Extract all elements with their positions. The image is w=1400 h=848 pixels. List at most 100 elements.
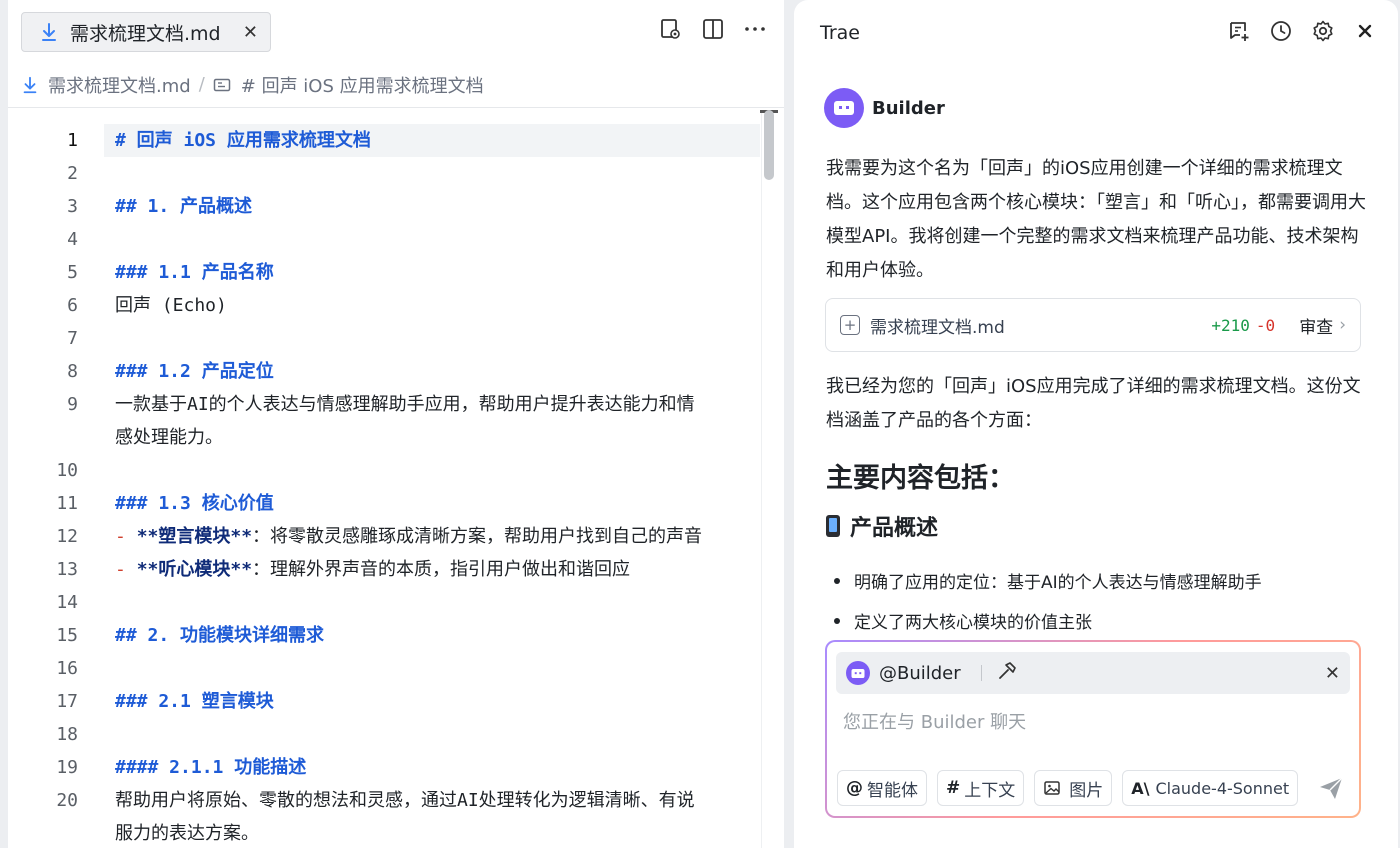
download-arrow-icon [42,23,56,41]
agent-tag: @Builder [879,662,961,684]
list-item-text: 定义了两大核心模块的价值主张 [854,613,1092,633]
code-token: ### 1.3 核心价值 [115,493,274,514]
code-line[interactable]: - **听心模块**：理解外界声音的本质，指引用户做出和谐回应 [115,553,754,586]
builder-avatar [824,88,864,128]
settings-gear-icon[interactable] [1310,18,1336,44]
chip-label: 智能体 [867,780,918,801]
editor-tabbar: 需求梳理文档.md ✕ [8,0,784,62]
line-number: 17 [56,691,78,712]
line-number: 5 [67,262,78,283]
agent-selector-bar[interactable]: @Builder ✕ [836,652,1350,694]
intro-message: 我需要为这个名为「回声」的iOS应用创建一个详细的需求梳理文档。这个应用包含两个… [826,158,1366,281]
code-line[interactable]: 回声 (Echo) [115,289,754,322]
close-panel-icon[interactable] [1352,18,1378,44]
image-chip-button[interactable]: 图片 [1034,770,1113,806]
code-token: **听心模块** [136,559,253,580]
line-number: 4 [67,229,78,250]
tab-label: 需求梳理文档.md [70,22,221,45]
bullet-dot [834,617,840,624]
code-token: #### 2.1.1 功能描述 [115,757,307,778]
done-message: 我已经为您的「回声」iOS应用完成了详细的需求梳理文档。这份文档涵盖了产品的各个… [826,376,1361,431]
breadcrumb-separator: / [198,74,205,95]
new-chat-icon[interactable] [1226,18,1252,44]
file-change-card[interactable]: + 需求梳理文档.md +210 -0 审查 › [825,298,1361,352]
breadcrumb-file[interactable]: 需求梳理文档.md [48,72,191,98]
code-token: 帮助用户将原始、零散的想法和灵感，通过AI处理转化为逻辑清晰、有说 [115,790,695,811]
code-line[interactable]: #### 2.1.1 功能描述 [115,751,754,784]
code-token: 回声 (Echo) [115,295,227,316]
line-number: 15 [56,625,78,646]
chat-title: Trae [820,22,860,44]
code-line[interactable]: 帮助用户将原始、零散的想法和灵感，通过AI处理转化为逻辑清晰、有说 [115,784,754,817]
agent-chip-button[interactable]: @ 智能体 [837,770,927,806]
code-line[interactable]: ### 1.3 核心价值 [115,487,754,520]
code-line[interactable]: - **塑言模块**：将零散灵感雕琢成清晰方案，帮助用户找到自己的声音 [115,520,754,553]
list-item-text: 明确了应用的定位：基于AI的个人表达与情感理解助手 [854,573,1262,593]
composer-inner: @Builder ✕ 您正在与 Builder 聊天 @ 智能体 # 上下文 图… [827,642,1359,816]
chevron-right-icon: › [1339,315,1346,335]
code-line-wrap[interactable]: 感处理能力。 [115,421,754,454]
agent-header: Builder [824,88,945,128]
mobile-phone-icon [826,515,840,537]
chat-actions [1226,18,1378,44]
line-number: 3 [67,196,78,217]
code-token: - [115,526,137,547]
code-line[interactable]: ### 1.1 产品名称 [115,256,754,289]
lines-added: +210 [1211,315,1250,335]
code-line-wrap[interactable]: 服力的表达方案。 [115,817,754,848]
subheading-text: 产品概述 [850,516,939,541]
code-token: - [115,559,137,580]
robot-icon [834,101,854,115]
code-line[interactable]: ### 1.2 产品定位 [115,355,754,388]
editor-actions [658,16,768,42]
code-token: # 回声 iOS 应用需求梳理文档 [115,130,371,151]
code-line[interactable]: ## 1. 产品概述 [115,190,754,223]
chat-input[interactable]: 您正在与 Builder 聊天 [843,708,1026,734]
code-line[interactable]: ## 2. 功能模块详细需求 [115,619,754,652]
preview-icon[interactable] [658,16,684,42]
chat-composer: @Builder ✕ 您正在与 Builder 聊天 @ 智能体 # 上下文 图… [825,640,1361,818]
chip-label: 上下文 [964,780,1016,801]
line-number: 19 [56,757,78,778]
line-number: 18 [56,724,78,745]
lines-removed: -0 [1255,315,1276,335]
remove-agent-icon[interactable]: ✕ [1325,663,1340,684]
line-number: 20 [56,790,78,811]
close-tab-icon[interactable]: ✕ [243,22,258,43]
code-editor[interactable]: 1 # 回声 iOS 应用需求梳理文档 2 3 ## 1. 产品概述 4 5 ### 1.1 … [8,120,784,848]
code-token: ### 2.1 塑言模块 [115,691,274,712]
summary-subheading: 产品概述 [826,510,938,542]
model-name: Claude-4-Sonnet [1155,778,1290,798]
code-token: 一款基于AI的个人表达与情感理解助手应用，帮助用户提升表达能力和情 [115,394,695,415]
list-item: 明确了应用的定位：基于AI的个人表达与情感理解助手 [834,568,1262,593]
download-arrow-icon [23,76,37,93]
line-number: 11 [56,493,78,514]
image-icon [1044,781,1060,795]
line-number: 7 [67,328,78,349]
line-number: 6 [67,295,78,316]
line-number: 8 [67,361,78,382]
context-chip-button[interactable]: # 上下文 [937,770,1025,806]
code-token: ## 1. 产品概述 [115,196,253,217]
hammer-icon[interactable] [996,660,1018,686]
line-number: 9 [67,394,78,415]
review-button[interactable]: 审查 [1299,313,1333,338]
code-token: ：理解外界声音的本质，指引用户做出和谐回应 [252,559,631,580]
line-number: 2 [67,163,78,184]
more-icon[interactable] [742,16,768,42]
anthropic-logo-icon: A\ [1131,778,1150,798]
composer-toolbar: @ 智能体 # 上下文 图片 A\ Claude-4-Sonnet [837,770,1299,806]
code-line[interactable]: ### 2.1 塑言模块 [115,685,754,718]
split-view-icon[interactable] [700,16,726,42]
agent-name: Builder [872,97,945,119]
model-selector[interactable]: A\ Claude-4-Sonnet [1122,770,1299,806]
list-item: 定义了两大核心模块的价值主张 [834,608,1092,633]
breadcrumb-section[interactable]: # 回声 iOS 应用需求梳理文档 [241,72,484,98]
summary-heading: 主要内容包括： [826,463,1015,494]
code-line[interactable]: 一款基于AI的个人表达与情感理解助手应用，帮助用户提升表达能力和情 [115,388,754,421]
editor-tab[interactable]: 需求梳理文档.md ✕ [21,12,271,52]
send-icon[interactable] [1317,774,1345,802]
history-icon[interactable] [1268,18,1294,44]
code-line[interactable]: # 回声 iOS 应用需求梳理文档 [115,124,754,157]
bullet-dot [834,577,840,584]
